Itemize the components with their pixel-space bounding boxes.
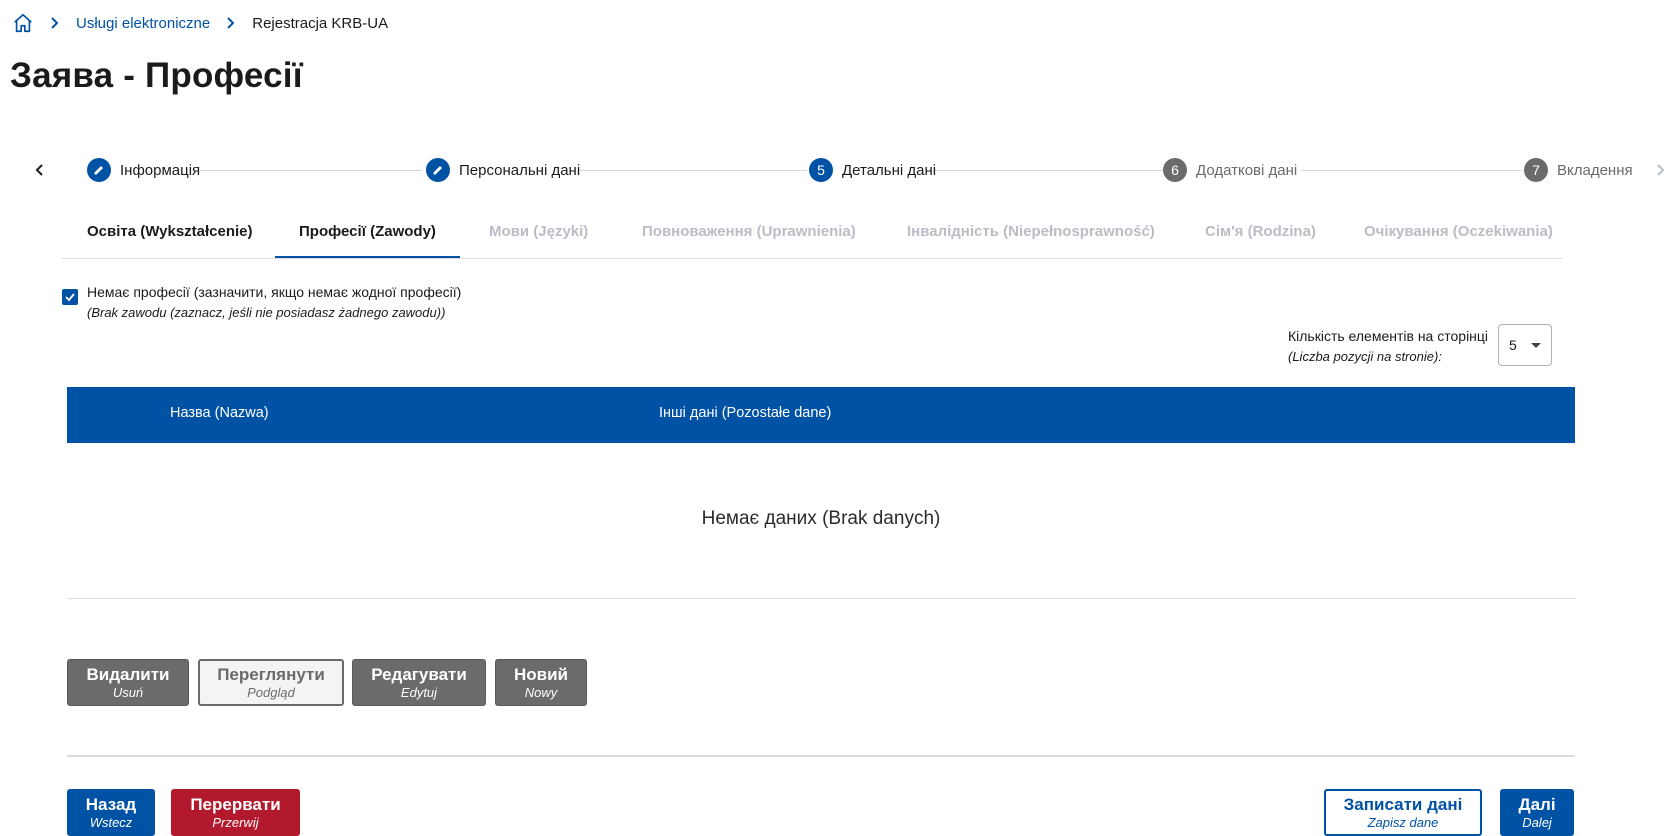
edit-button-sublabel: Edytuj [400,685,438,700]
tab-languages[interactable]: Мови (Języki) [489,218,588,256]
preview-button-label: Переглянути [217,665,325,684]
stepper-connector [580,170,807,171]
back-button[interactable]: Назад Wstecz [67,789,155,836]
abort-button-label: Перервати [190,795,281,814]
column-header-other-data[interactable]: Інші дані (Pozostałe dane) [659,405,831,421]
chevron-right-icon [48,16,62,30]
tab-expectations[interactable]: Очікування (Oczekiwania) [1364,218,1553,256]
no-profession-label-ua: Немає професії (зазначити, якщо немає жо… [87,284,462,300]
tab-education[interactable]: Освіта (Wykształcenie) [87,218,253,256]
stepper-connector [935,170,1163,171]
no-profession-field: Немає професії (зазначити, якщо немає жо… [62,282,461,323]
items-per-page-value: 5 [1509,337,1517,353]
items-per-page-label: Кількість елементів на сторінці (Liczba … [1288,326,1488,367]
tab-family[interactable]: Сім'я (Rodzina) [1205,218,1316,256]
step-additional-data[interactable]: 6 Додаткові дані [1163,158,1297,182]
items-per-page-label-ua: Кількість елементів на сторінці [1288,328,1489,344]
step-attachments[interactable]: 7 Вкладення [1524,158,1633,182]
breadcrumb: Usługi elektroniczne Rejestracja KRB-UA [12,10,388,36]
checkmark-icon [65,293,75,302]
tab-disability[interactable]: Інвалідність (Niepełnosprawność) [907,218,1155,256]
table-empty-message: Немає даних (Brak danych) [701,508,941,529]
tab-professions[interactable]: Професії (Zawody) [275,218,460,258]
preview-button-sublabel: Podgląd [247,685,295,700]
stepper-prev-button[interactable] [30,160,50,180]
back-button-label: Назад [85,795,137,814]
step-informatsiia[interactable]: Інформація [87,158,200,182]
table-header: Назва (Nazwa) Інші дані (Pozostałe dane) [67,387,1575,443]
next-button[interactable]: Далі Dalej [1500,789,1574,836]
step-detailed-data[interactable]: 5 Детальні дані [809,158,936,182]
step-label: Інформація [120,161,201,179]
edit-button-label: Редагувати [371,665,467,684]
new-button[interactable]: Новий Nowy [495,659,587,706]
divider [67,755,1575,757]
breadcrumb-link-uslugi[interactable]: Usługi elektroniczne [76,15,210,32]
stepper-connector [200,170,422,171]
save-data-button-label: Записати дані [1343,795,1463,814]
edit-button[interactable]: Редагувати Edytuj [352,659,486,706]
save-data-button-sublabel: Zapisz dane [1367,815,1439,830]
no-profession-checkbox[interactable] [62,289,78,305]
delete-button[interactable]: Видалити Usuń [67,659,189,706]
items-per-page-label-pl: (Liczba pozycji na stronie): [1288,349,1442,364]
new-button-sublabel: Nowy [524,685,558,700]
step-label: Персональні дані [459,161,581,179]
home-icon[interactable] [12,12,34,34]
next-button-sublabel: Dalej [1522,815,1552,830]
step-number: 5 [809,158,833,182]
items-per-page: Кількість елементів на сторінці (Liczba … [1288,324,1553,367]
delete-button-sublabel: Usuń [112,685,144,700]
breadcrumb-current: Rejestracja KRB-UA [252,14,389,32]
stepper: Інформація Персональні дані 5 Детальні д… [30,148,1670,192]
step-personal-data[interactable]: Персональні дані [426,158,580,182]
step-label: Детальні дані [842,161,937,179]
step-label: Вкладення [1557,161,1633,179]
divider [67,598,1575,599]
preview-button[interactable]: Переглянути Podgląd [198,659,344,706]
tab-permissions[interactable]: Повноваження (Uprawnienia) [642,218,856,256]
column-header-name[interactable]: Назва (Nazwa) [170,405,269,421]
page-title: Заява - Професії [10,56,303,95]
chevron-right-icon [224,16,238,30]
no-profession-label-pl: (Brak zawodu (zaznacz, jeśli nie posiada… [87,305,446,320]
step-number: 6 [1163,158,1187,182]
tab-bar: Освіта (Wykształcenie) Професії (Zawody)… [62,218,1562,259]
items-per-page-select[interactable]: 5 [1498,324,1553,366]
stepper-next-button[interactable] [1650,160,1670,180]
new-button-label: Новий [513,665,568,684]
save-data-button[interactable]: Записати дані Zapisz dane [1324,789,1482,836]
abort-button[interactable]: Перервати Przerwij [171,789,300,836]
stepper-connector [1301,170,1523,171]
step-number: 7 [1524,158,1548,182]
caret-down-icon [1531,342,1542,348]
pencil-icon [87,158,111,182]
abort-button-sublabel: Przerwij [212,815,259,830]
pencil-icon [426,158,450,182]
no-profession-label[interactable]: Немає професії (зазначити, якщо немає жо… [87,282,461,323]
delete-button-label: Видалити [86,665,170,684]
back-button-sublabel: Wstecz [89,815,133,830]
next-button-label: Далі [1518,795,1556,814]
step-label: Додаткові дані [1196,161,1298,179]
